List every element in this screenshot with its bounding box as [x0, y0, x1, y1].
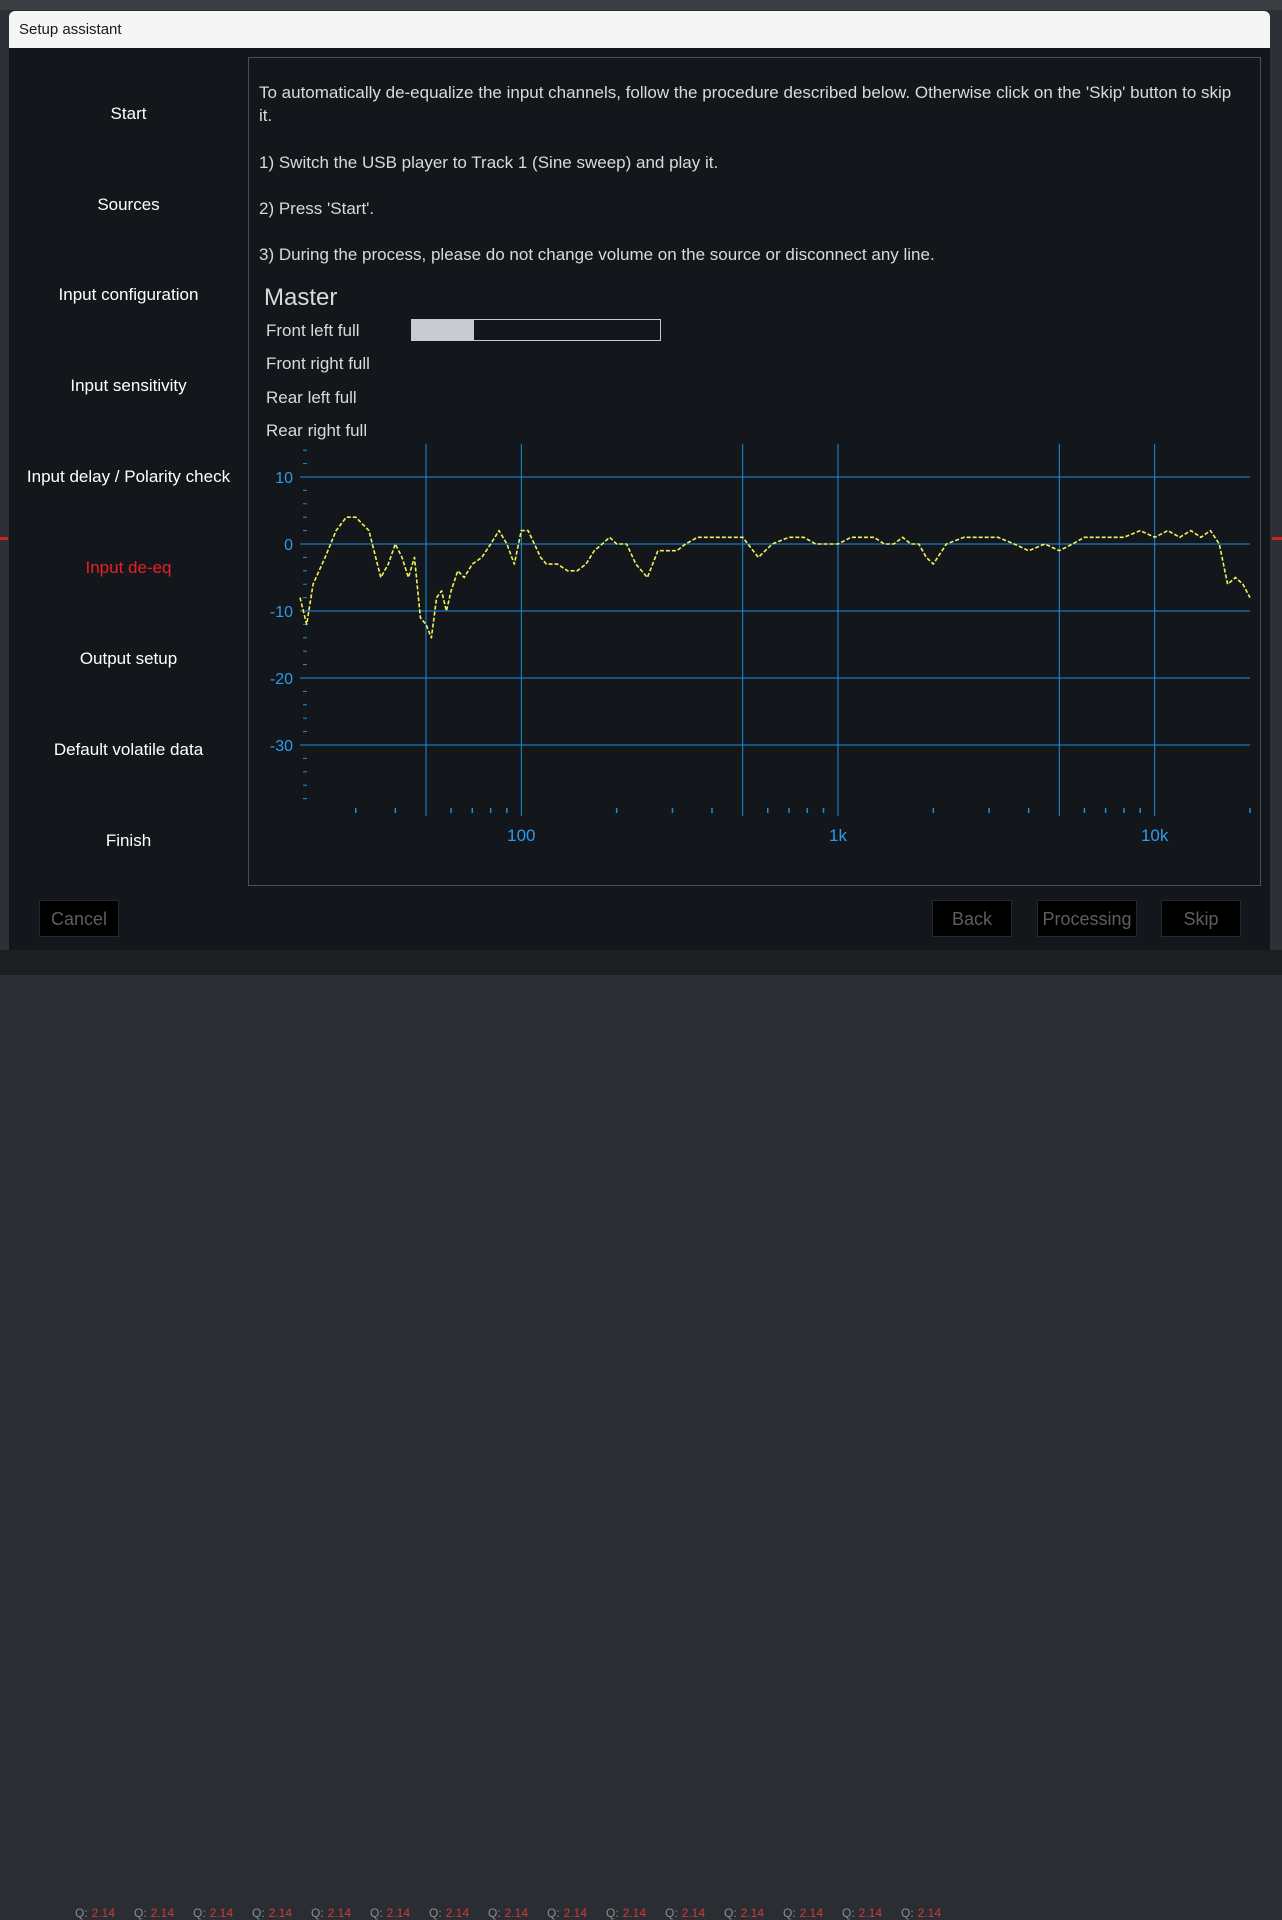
y-tick-label: -30	[270, 738, 293, 755]
channel-progress-bar	[411, 319, 661, 341]
y-tick-label: -10	[270, 604, 293, 621]
background-q-value: Q: 2.14	[488, 1906, 547, 1920]
background-q-label: Q:	[783, 1906, 796, 1920]
background-q-label: Q:	[842, 1906, 855, 1920]
frequency-response-chart: 100-10-20-30100 1k 10k	[270, 444, 1251, 845]
channel-front-left: Front left full	[266, 321, 360, 340]
y-tick-label: 0	[284, 537, 293, 554]
background-app-bottom-strip: Q: 2.14 Q: 2.14 Q: 2.14 Q: 2.14 Q: 2.14 Q: 2.14 Q: 2.…	[0, 950, 1282, 1920]
background-q-label: Q:	[665, 1906, 678, 1920]
background-q-number: 2.14	[386, 1906, 411, 1920]
channel-rear-left: Rear left full	[266, 388, 357, 407]
background-q-value: Q: 2.14	[724, 1906, 783, 1920]
nav-step-input-delay-polarity[interactable]: Input delay / Polarity check	[9, 467, 248, 487]
background-q-value: Q: 2.14	[606, 1906, 665, 1920]
processing-button[interactable]: Processing	[1037, 900, 1137, 937]
nav-step-input-de-eq[interactable]: Input de-eq	[9, 558, 248, 578]
background-q-number: 2.14	[681, 1906, 706, 1920]
cancel-button[interactable]: Cancel	[39, 900, 119, 937]
instructions-step-1: 1) Switch the USB player to Track 1 (Sin…	[259, 153, 719, 172]
background-q-number: 2.14	[91, 1906, 116, 1920]
background-q-number: 2.14	[327, 1906, 352, 1920]
background-q-value: Q: 2.14	[429, 1906, 488, 1920]
nav-step-finish[interactable]: Finish	[9, 831, 248, 851]
background-q-value: Q: 2.14	[783, 1906, 842, 1920]
background-q-number: 2.14	[150, 1906, 175, 1920]
background-app-topbar	[0, 0, 1282, 10]
nav-step-input-configuration[interactable]: Input configuration	[9, 285, 248, 305]
background-q-value: Q: 2.14	[547, 1906, 606, 1920]
master-title: Master	[264, 284, 338, 311]
channel-rear-right: Rear right full	[266, 421, 368, 440]
background-q-value: Q: 2.14	[901, 1906, 960, 1920]
background-q-values: Q: 2.14 Q: 2.14 Q: 2.14 Q: 2.14 Q: 2.14 Q: 2.14 Q: 2.…	[75, 1906, 960, 1920]
background-q-number: 2.14	[740, 1906, 765, 1920]
background-q-label: Q:	[252, 1906, 265, 1920]
background-q-number: 2.14	[268, 1906, 293, 1920]
x-tick-label: 100	[507, 826, 535, 845]
instructions-intro: To automatically de-equalize the input c…	[259, 83, 1232, 125]
y-tick-label: -20	[270, 671, 293, 688]
background-q-label: Q:	[370, 1906, 383, 1920]
nav-step-output-setup[interactable]: Output setup	[9, 649, 248, 669]
background-q-value: Q: 2.14	[193, 1906, 252, 1920]
background-red-marker	[0, 537, 8, 540]
background-q-label: Q:	[901, 1906, 914, 1920]
response-series-line	[299, 516, 1251, 639]
background-q-number: 2.14	[622, 1906, 647, 1920]
back-button[interactable]: Back	[932, 900, 1012, 937]
background-q-number: 2.14	[445, 1906, 470, 1920]
x-tick-label: 1k	[829, 826, 847, 845]
dialog-title: Setup assistant	[9, 11, 1270, 48]
background-q-label: Q:	[606, 1906, 619, 1920]
background-red-marker	[1272, 537, 1282, 540]
instructions-step-3: 3) During the process, please do not cha…	[259, 245, 935, 264]
nav-step-sources[interactable]: Sources	[9, 195, 248, 215]
background-q-number: 2.14	[563, 1906, 588, 1920]
x-tick-label: 10k	[1141, 826, 1169, 845]
skip-button[interactable]: Skip	[1161, 900, 1241, 937]
background-q-value: Q: 2.14	[134, 1906, 193, 1920]
background-q-value: Q: 2.14	[665, 1906, 724, 1920]
channel-front-right: Front right full	[266, 354, 370, 373]
background-q-value: Q: 2.14	[842, 1906, 901, 1920]
step-content-panel: To automatically de-equalize the input c…	[248, 57, 1261, 886]
setup-assistant-dialog: Setup assistant Start Sources Input conf…	[9, 11, 1270, 950]
background-q-number: 2.14	[504, 1906, 529, 1920]
nav-step-default-volatile-data[interactable]: Default volatile data	[9, 740, 248, 760]
background-q-label: Q:	[311, 1906, 324, 1920]
background-q-value: Q: 2.14	[75, 1906, 134, 1920]
instructions-step-2: 2) Press 'Start'.	[259, 199, 375, 218]
background-q-label: Q:	[134, 1906, 147, 1920]
progress-fill	[412, 320, 474, 340]
background-q-number: 2.14	[209, 1906, 234, 1920]
background-q-number: 2.14	[799, 1906, 824, 1920]
background-q-label: Q:	[488, 1906, 501, 1920]
background-q-number: 2.14	[858, 1906, 883, 1920]
background-q-number: 2.14	[917, 1906, 942, 1920]
background-q-label: Q:	[547, 1906, 560, 1920]
background-q-label: Q:	[75, 1906, 88, 1920]
background-q-value: Q: 2.14	[370, 1906, 429, 1920]
background-q-label: Q:	[724, 1906, 737, 1920]
y-tick-label: 10	[275, 470, 293, 487]
background-q-label: Q:	[429, 1906, 442, 1920]
background-q-value: Q: 2.14	[311, 1906, 370, 1920]
nav-step-start[interactable]: Start	[9, 104, 248, 124]
background-q-value: Q: 2.14	[252, 1906, 311, 1920]
nav-step-input-sensitivity[interactable]: Input sensitivity	[9, 376, 248, 396]
background-app-right-strip	[1270, 10, 1282, 950]
background-q-label: Q:	[193, 1906, 206, 1920]
